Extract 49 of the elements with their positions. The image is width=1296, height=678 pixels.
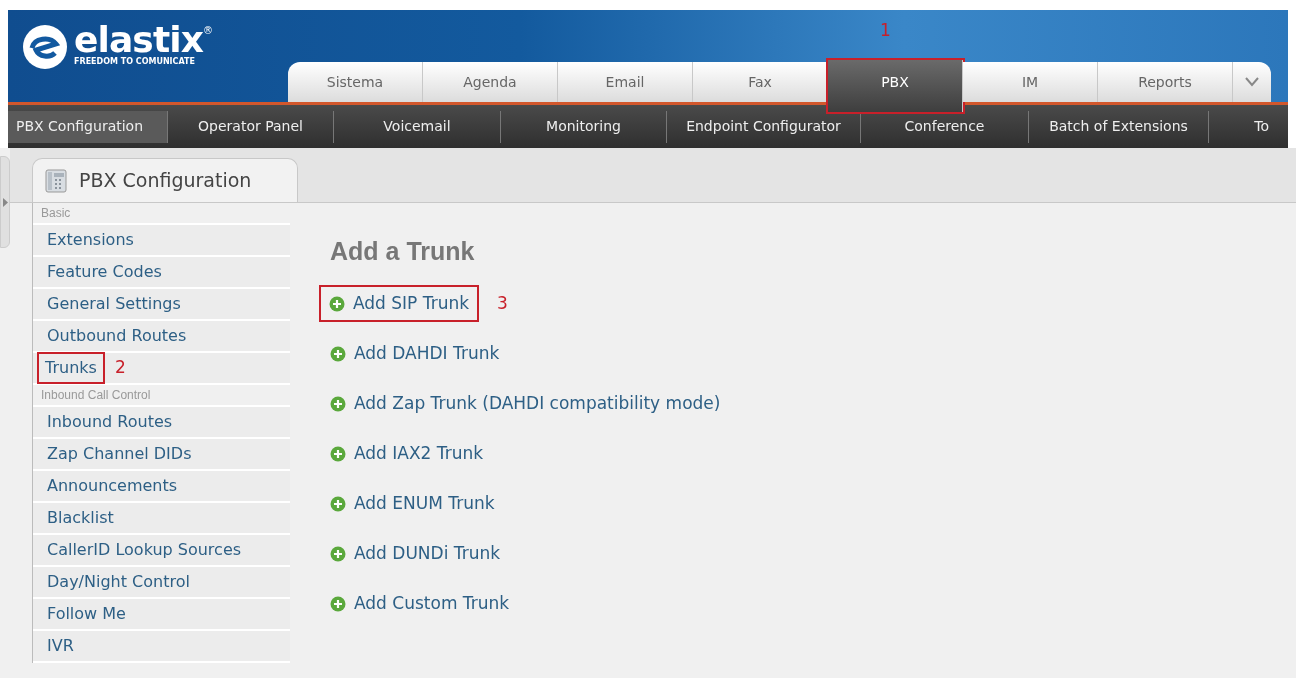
add-icon: [330, 345, 346, 362]
sidebar-link[interactable]: Blacklist: [47, 506, 114, 530]
sidebar-link[interactable]: Trunks: [39, 354, 103, 382]
page-heading: Add a Trunk: [330, 236, 476, 267]
add-icon: [330, 595, 346, 612]
add-trunk-link[interactable]: Add Zap Trunk (DAHDI compatibility mode): [330, 390, 721, 417]
logo-name: elastix: [74, 22, 203, 58]
add-icon: [330, 445, 346, 462]
add-trunk-link[interactable]: Add DAHDI Trunk: [330, 340, 500, 367]
add-trunk-link[interactable]: Add SIP Trunk: [321, 286, 478, 321]
add-trunk-link[interactable]: Add IAX2 Trunk: [330, 440, 484, 467]
add-icon: [329, 295, 345, 312]
logo-tagline: FREEDOM TO COMUNICATE: [74, 58, 196, 66]
sub-menu-item[interactable]: Conference: [861, 110, 1029, 143]
sidebar-title-tab[interactable]: PBX Configuration: [32, 158, 298, 202]
more-tabs-button[interactable]: [1233, 62, 1271, 102]
phone-icon: [45, 168, 67, 193]
main-tab[interactable]: Email: [558, 62, 693, 102]
add-icon: [330, 495, 346, 512]
main-tab[interactable]: Fax: [693, 62, 828, 102]
add-icon: [330, 545, 346, 562]
sub-menu-item[interactable]: Monitoring: [501, 110, 667, 143]
sidebar-group-heading: Basic: [41, 205, 71, 222]
sub-menu-item[interactable]: Operator Panel: [168, 110, 334, 143]
sub-menu-item[interactable]: Batch of Extensions: [1029, 110, 1209, 143]
sub-menu-item[interactable]: PBX Configuration: [8, 110, 168, 143]
add-trunk-link[interactable]: Add Custom Trunk: [330, 590, 510, 617]
chevron-down-icon: [1245, 77, 1259, 87]
logo-icon: [20, 22, 70, 72]
expand-arrow-icon: [2, 197, 8, 207]
main-tab[interactable]: IM: [963, 62, 1098, 102]
annotation-number: 2: [114, 356, 126, 380]
main-tab[interactable]: Reports: [1098, 62, 1233, 102]
add-trunk-link[interactable]: Add ENUM Trunk: [330, 490, 495, 517]
add-icon: [330, 395, 346, 412]
sub-menu-item[interactable]: To: [1209, 110, 1269, 143]
main-tab[interactable]: Sistema: [288, 62, 423, 102]
annotation-number: 1: [880, 19, 891, 42]
add-trunk-link[interactable]: Add DUNDi Trunk: [330, 540, 501, 567]
sub-menu-item[interactable]: Voicemail: [334, 110, 501, 143]
registered-mark: ®: [202, 26, 213, 36]
sidebar-title: PBX Configuration: [79, 168, 252, 194]
annotation-number: 3: [497, 291, 508, 315]
main-tab[interactable]: PBX: [828, 60, 963, 112]
sidebar-link[interactable]: IVR: [47, 634, 74, 658]
sidebar-group-heading: Inbound Call Control: [41, 387, 151, 404]
sub-menu-item[interactable]: Endpoint Configurator: [667, 110, 861, 143]
sidebar-toggle[interactable]: [0, 156, 10, 248]
main-tab[interactable]: Agenda: [423, 62, 558, 102]
